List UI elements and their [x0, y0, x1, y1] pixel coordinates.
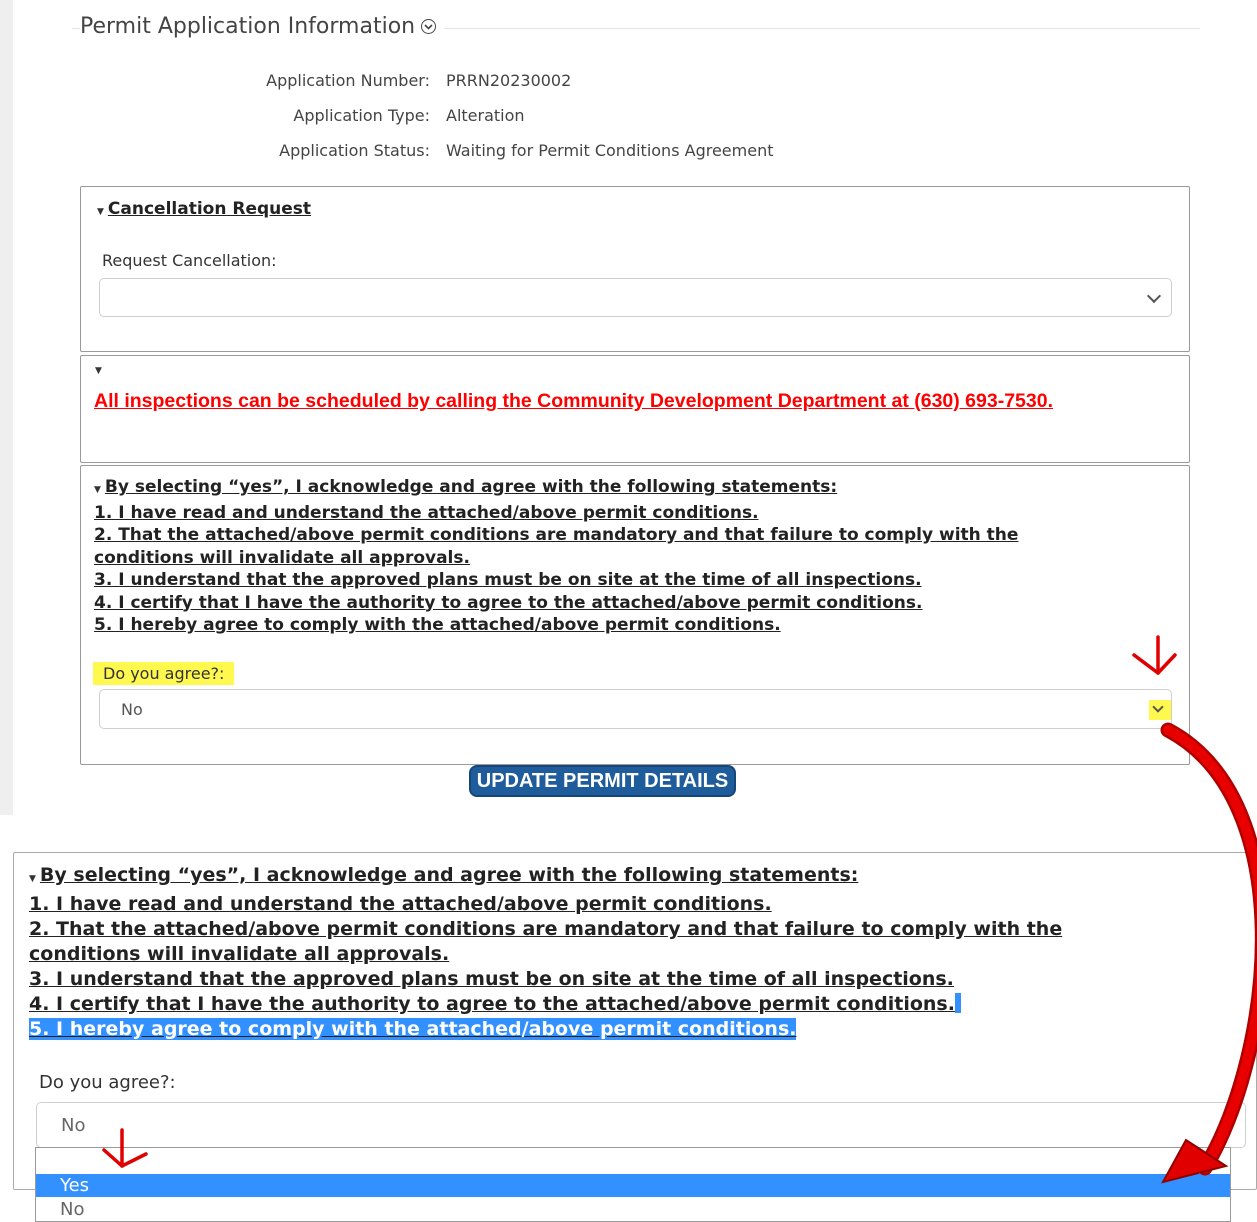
cancellation-header: Cancellation Request	[107, 199, 312, 219]
agree-select-zoomed[interactable]: No	[36, 1102, 1246, 1148]
statement-3-zoomed: 3. I understand that the approved plans …	[29, 968, 954, 990]
agreement-text: ▼ By selecting “yes”, I acknowledge and a…	[94, 476, 1154, 637]
section-legend[interactable]: Permit Application Information	[80, 14, 445, 39]
statement-5: 5. I hereby agree to comply with the att…	[94, 615, 781, 635]
statement-5-selected: 5. I hereby agree to comply with the att…	[29, 1018, 797, 1040]
application-type-label: Application Type:	[293, 106, 430, 125]
statement-1: 1. I have read and understand the attach…	[94, 502, 759, 523]
caret-down-icon[interactable]: ▼	[95, 366, 102, 376]
agreement-header-zoomed: By selecting “yes”, I acknowledge and ag…	[39, 864, 859, 886]
agree-select-value-zoomed: No	[61, 1115, 86, 1136]
collapse-circle-icon[interactable]	[421, 19, 437, 34]
agree-select-value: No	[121, 700, 143, 719]
option-no[interactable]: No	[36, 1198, 1230, 1221]
application-number-value: PRRN20230002	[446, 71, 572, 90]
agreement-panel: ▼ By selecting “yes”, I acknowledge and a…	[80, 465, 1190, 765]
agreement-toggle-zoomed[interactable]: ▼ By selecting “yes”, I acknowledge and a…	[29, 863, 1209, 892]
agreement-header: By selecting “yes”, I acknowledge and ag…	[104, 477, 838, 497]
selection-caret	[954, 993, 961, 1013]
caret-down-icon: ▼	[29, 874, 36, 884]
caret-down-icon: ▼	[94, 485, 101, 495]
statement-2: 2. That the attached/above permit condit…	[94, 525, 1019, 568]
agree-select[interactable]: No	[99, 689, 1172, 729]
application-status-value: Waiting for Permit Conditions Agreement	[446, 141, 774, 160]
agree-question-label: Do you agree?:	[93, 662, 235, 685]
statement-2-zoomed: 2. That the attached/above permit condit…	[29, 918, 1063, 965]
application-status-label: Application Status:	[279, 141, 430, 160]
statement-4: 4. I certify that I have the authority t…	[94, 592, 923, 613]
chevron-down-icon	[1146, 288, 1162, 304]
statement-1-zoomed: 1. I have read and understand the attach…	[29, 893, 772, 915]
request-cancellation-select[interactable]	[99, 278, 1172, 317]
option-yes[interactable]: Yes	[36, 1174, 1230, 1197]
agreement-text-zoomed: ▼ By selecting “yes”, I acknowledge and a…	[29, 863, 1209, 1042]
option-yes-label: Yes	[60, 1175, 90, 1196]
statement-4-text: 4. I certify that I have the authority t…	[29, 993, 955, 1015]
inspections-panel: ▼ All inspections can be scheduled by ca…	[80, 355, 1190, 463]
agree-options-list[interactable]: Yes No	[35, 1147, 1231, 1222]
cancellation-panel: ▼ Cancellation Request Request Cancellati…	[80, 186, 1190, 352]
statement-3: 3. I understand that the approved plans …	[94, 570, 922, 590]
statement-5-zoomed: 5. I hereby agree to comply with the att…	[29, 1017, 1209, 1042]
application-number-label: Application Number:	[266, 71, 430, 90]
application-type-value: Alteration	[446, 106, 525, 125]
cancellation-toggle[interactable]: ▼ Cancellation Request	[97, 199, 311, 219]
statement-4-zoomed: 4. I certify that I have the authority t…	[29, 992, 1209, 1017]
agreement-toggle[interactable]: ▼ By selecting “yes”, I acknowledge and a…	[94, 476, 1154, 502]
inspections-notice: All inspections can be scheduled by call…	[94, 390, 1054, 412]
agree-question-label-zoomed: Do you agree?:	[39, 1072, 176, 1093]
caret-down-icon: ▼	[97, 207, 104, 217]
option-no-label: No	[60, 1199, 85, 1220]
section-title: Permit Application Information	[80, 14, 416, 39]
agreement-panel-zoomed: ▼ By selecting “yes”, I acknowledge and a…	[13, 852, 1257, 1190]
request-cancellation-label: Request Cancellation:	[102, 251, 277, 270]
update-permit-details-button[interactable]: UPDATE PERMIT DETAILS	[469, 765, 736, 797]
